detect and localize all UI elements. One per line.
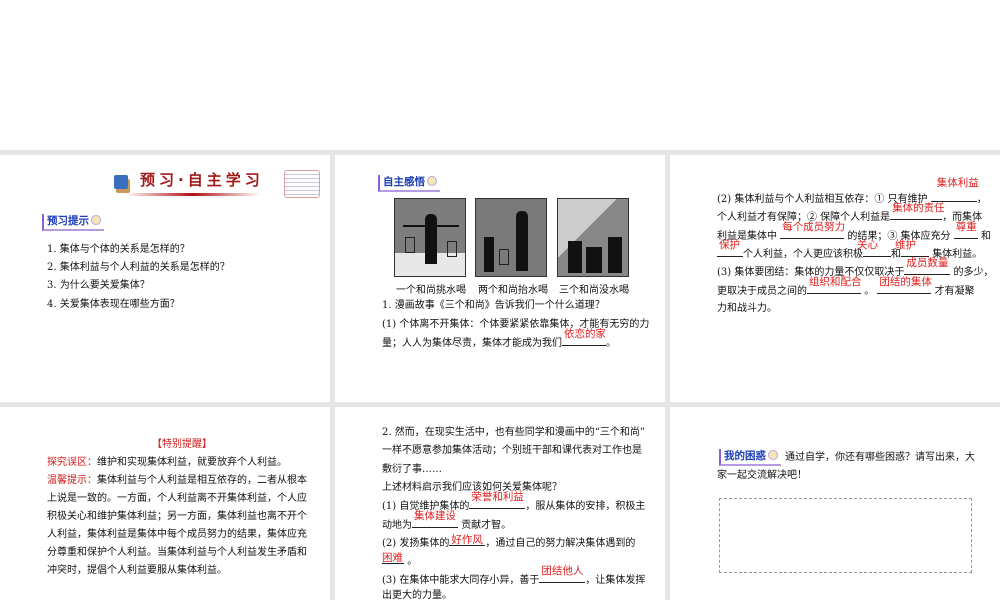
answer-blank: 组织和配合: [807, 276, 862, 294]
answer-text: 维护: [895, 239, 916, 251]
tip-line: 冲突时，提倡个人利益要服从集体利益。: [47, 565, 227, 576]
comic-one-monk: [394, 198, 466, 277]
answer-text: 保护: [719, 239, 740, 251]
tip-line: 温馨提示：集体利益与个人利益是相互依存的，二者从根本: [47, 475, 307, 486]
question-4: 4. 关爱集体表现在哪些方面？: [47, 299, 180, 310]
tip-line: 分尊重和保护个人利益。当集体利益与个人利益发生矛盾和: [47, 547, 307, 558]
answer-text: 好作风: [451, 534, 483, 546]
answer-blank: 尊重: [953, 221, 978, 239]
answer-text: 关心: [857, 239, 878, 251]
paragraph-line: 量；人人为集体尽责，集体才能成为我们 依恋的家。: [382, 328, 616, 354]
comic-three-monks: [557, 198, 629, 277]
answer-text: 集体建设: [414, 510, 456, 522]
my-doubts-tag: 我的困惑: [719, 449, 781, 466]
slide-1[interactable]: 预习·自主学习 预习提示 1. 集体与个体的关系是怎样的？ 2. 集体利益与个人…: [0, 155, 330, 402]
self-reflection-tag: 自主感悟: [378, 175, 440, 192]
answer-text: 集体的责任: [892, 202, 945, 214]
section-banner: 预习·自主学习: [140, 171, 264, 189]
answer-text: 集体利益: [936, 177, 979, 189]
tip-line: 上说是一致的。一方面，个人利益离不开集体利益，个人应: [47, 493, 307, 504]
answer-blank: 集体的责任: [890, 202, 945, 220]
answer-text: 成员数量: [906, 257, 949, 269]
question-3: 3. 为什么要关爱集体？: [47, 280, 150, 291]
answer-area[interactable]: [719, 498, 972, 573]
paragraph-line: 个人利益才有保障；② 保障个人利益是 集体的责任 ，而集体: [717, 202, 982, 228]
answer-blank: 团结他人: [539, 565, 586, 583]
answer-text: 困难: [382, 552, 403, 564]
paragraph-line: (2) 集体利益与个人利益相互依存：① 只有维护 集体利益，: [717, 177, 987, 210]
caption-3: 三个和尚没水喝: [559, 285, 629, 296]
answer-blank: 关心: [857, 239, 891, 257]
misconception-line: 探究误区：维护和实现集体利益，就要放弃个人利益。: [47, 457, 287, 468]
paragraph-line: 一样不愿意参加集体活动；个别班干部和课代表对工作也是: [382, 445, 642, 456]
answer-blank: 依恋的家: [562, 328, 606, 346]
question-2: 2. 集体利益与个人利益的关系是怎样的？: [47, 262, 230, 273]
answer-blank: 集体建设: [412, 510, 458, 528]
paragraph-line: 困难 。: [382, 552, 417, 572]
banner-underline: [125, 193, 260, 196]
special-reminder-heading: 【特别提醒】: [152, 439, 212, 450]
answer-text: 团结他人: [541, 565, 584, 577]
caption-2: 两个和尚抬水喝: [478, 285, 548, 296]
comic-two-monks: [475, 198, 547, 277]
paragraph-line: 更取决于成员之间的 组织和配合 。 团结的集体 才有凝聚: [717, 276, 975, 302]
question-1: 1. 集体与个体的关系是怎样的？: [47, 244, 190, 255]
note-box: [284, 170, 320, 198]
paragraph-line: (1) 个体离不开集体：个体要紧紧依靠集体，才能有无穷的力: [382, 319, 650, 330]
paragraph-line: 敷衍了事……: [382, 464, 442, 475]
answer-text: 依恋的家: [564, 328, 606, 340]
prompt-line: 家一起交流解决吧！: [717, 470, 807, 481]
tip-line: 积极关心和维护集体利益；另一方面，集体利益也离不开个: [47, 511, 307, 522]
paragraph-line: (2) 发扬集体的 好作风 ，通过自己的努力解决集体遇到的: [382, 534, 635, 554]
paragraph-line: 利益是集体中 每个成员努力 的结果；③ 集体应充分 尊重 和: [717, 221, 991, 247]
answer-blank: 保护: [717, 239, 743, 257]
graduation-cap-icon: [114, 175, 128, 189]
slide-6[interactable]: 我的困惑 通过自学，你还有哪些困惑？请写出来，大 家一起交流解决吧！: [670, 407, 1000, 600]
prompt-line: 通过自学，你还有哪些困惑？请写出来，大: [785, 452, 975, 463]
slide-3[interactable]: (2) 集体利益与个人利益相互依存：① 只有维护 集体利益， 个人利益才有保障；…: [670, 155, 1000, 402]
paragraph-line: 力和战斗力。: [717, 303, 777, 314]
slide-5[interactable]: 2. 然而，在现实生活中，也有些同学和漫画中的“三个和尚” 一样不愿意参加集体活…: [335, 407, 665, 600]
book-icon: [768, 450, 778, 460]
preview-tip-tag: 预习提示: [42, 214, 104, 231]
answer-blank: 困难: [382, 552, 404, 564]
answer-blank: 荣誉和利益: [469, 491, 526, 509]
answer-text: 每个成员努力: [782, 221, 846, 233]
answer-blank: 好作风: [449, 534, 486, 546]
slide-2[interactable]: 自主感悟 一个和尚挑水喝 两个和尚抬水喝 三个和尚没水喝 1. 漫画故事《三个和…: [335, 155, 665, 402]
slide-4[interactable]: 【特别提醒】 探究误区：维护和实现集体利益，就要放弃个人利益。 温馨提示：集体利…: [0, 407, 330, 600]
question-text: 1. 漫画故事《三个和尚》告诉我们一个什么道理？: [382, 300, 605, 311]
answer-text: 荣誉和利益: [471, 491, 524, 503]
answer-blank: 团结的集体: [877, 276, 932, 294]
answer-text: 团结的集体: [879, 276, 932, 288]
paragraph-line: 出更大的力量。: [382, 590, 452, 600]
tip-line: 人利益，集体利益是集体中每个成员努力的结果，集体应充: [47, 529, 307, 540]
answer-text: 尊重: [955, 221, 977, 233]
book-icon: [427, 176, 437, 186]
book-icon: [91, 215, 101, 225]
paragraph-line: 动地为 集体建设 贡献才智。: [382, 510, 511, 536]
answer-text: 组织和配合: [809, 276, 862, 288]
paragraph-line: 2. 然而，在现实生活中，也有些同学和漫画中的“三个和尚”: [382, 427, 645, 438]
answer-blank: 每个成员努力: [780, 221, 845, 239]
caption-1: 一个和尚挑水喝: [396, 285, 466, 296]
